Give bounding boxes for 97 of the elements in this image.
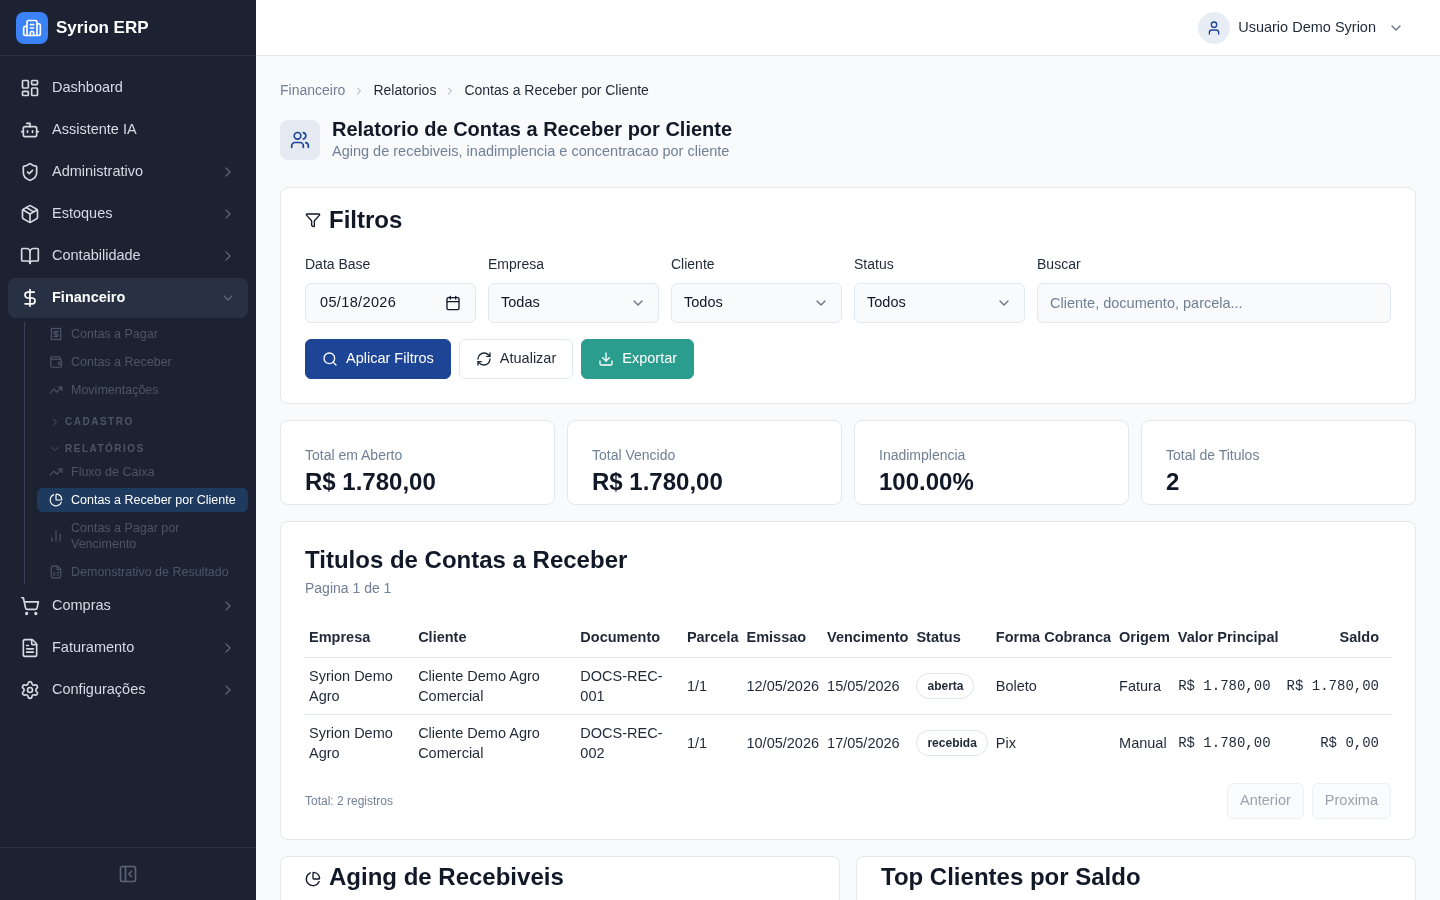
user-menu[interactable]: Usuario Demo Syrion (1198, 11, 1404, 44)
table-cell: Cliente Demo Agro Comercial (418, 667, 540, 704)
field-label: Cliente (671, 254, 716, 274)
column-header: Documento (580, 628, 661, 645)
book-icon (20, 246, 40, 266)
table-cell: Syrion Demo Agro (309, 724, 393, 761)
nav-item[interactable]: Configurações (8, 670, 248, 710)
select-field[interactable]: Todos (671, 282, 842, 323)
page-subtitle: Aging de recebiveis, inadimplencia e concentracao por cliente (332, 142, 731, 161)
nav-item[interactable]: Compras (8, 586, 248, 626)
breadcrumb-item[interactable]: Relatorios (373, 80, 437, 101)
breadcrumb-item: Contas a Receber por Cliente (464, 81, 649, 100)
card-title: Aging de Recebiveis (329, 862, 564, 891)
table-cell: Pix (995, 734, 1016, 751)
nav-item[interactable]: Dashboard (8, 68, 248, 108)
table-cell: 10/05/2026 (746, 734, 820, 751)
collapse-sidebar-icon[interactable] (118, 864, 138, 884)
select-field[interactable]: Todas (488, 282, 659, 323)
nav-item[interactable]: Financeiro (8, 278, 248, 318)
card-title: Titulos de Contas a Receber (305, 544, 629, 575)
field-label: Data Base (305, 254, 372, 274)
table-cell: R$ 1.780,00 (1286, 678, 1379, 694)
pie-chart-icon (49, 493, 63, 507)
table-cell: DOCS-REC-002 (580, 724, 663, 761)
column-header: Parcela (686, 628, 739, 645)
nav-item[interactable]: Contabilidade (8, 236, 248, 276)
logo-icon (16, 11, 48, 44)
users-icon (280, 119, 320, 160)
action-button[interactable]: Atualizar (458, 338, 574, 379)
document-icon (20, 638, 40, 658)
avatar-icon (1198, 11, 1231, 44)
submenu-item[interactable]: Contas a Receber por Cliente (37, 488, 248, 512)
table-cell: Manual (1119, 734, 1167, 751)
column-header: Origem (1119, 628, 1170, 645)
table-cell: 1/1 (686, 677, 708, 694)
table-cell: Fatura (1119, 677, 1161, 694)
wallet-icon (49, 355, 63, 369)
table-cell: 12/05/2026 (746, 677, 820, 694)
spreadsheet-icon (49, 565, 63, 579)
table-cell: 15/05/2026 (827, 677, 900, 694)
action-button[interactable]: Aplicar Filtros (305, 338, 451, 379)
refresh-icon (475, 350, 492, 367)
column-header: Valor Principal (1177, 628, 1279, 645)
field-label: Status (854, 254, 895, 274)
bar-chart-icon (49, 529, 63, 543)
page-title: Relatorio de Contas a Receber por Cliente (332, 117, 733, 141)
select-field[interactable]: Todos (854, 282, 1025, 323)
search-icon (322, 350, 338, 367)
download-icon (598, 350, 615, 367)
shield-check-icon (20, 162, 40, 182)
stat-label: Total Vencido (592, 445, 677, 465)
card-title: Top Clientes por Saldo (881, 862, 1141, 891)
table-cell: R$ 0,00 (1320, 735, 1379, 751)
stat-value: 2 (1166, 466, 1181, 497)
field-label: Empresa (488, 254, 546, 274)
breadcrumb-item[interactable]: Financeiro (280, 80, 346, 101)
table-cell: Boleto (995, 677, 1037, 694)
column-header: Status (916, 628, 961, 645)
column-header: Emissao (746, 628, 807, 645)
total-count: Total: 2 registros (305, 792, 394, 810)
table-cell: DOCS-REC-001 (580, 667, 663, 704)
date-field[interactable]: 05/18/2026 (305, 282, 476, 323)
nav-item[interactable]: Faturamento (8, 628, 248, 668)
column-header: Cliente (418, 628, 467, 645)
field-label: Buscar (1037, 254, 1082, 274)
app-name: Syrion ERP (56, 16, 149, 39)
table-cell: Syrion Demo Agro (309, 667, 393, 704)
pie-chart-icon (305, 870, 321, 887)
table-cell: 17/05/2026 (827, 734, 900, 751)
settings-icon (20, 680, 40, 700)
stat-label: Total de Titulos (1166, 445, 1261, 465)
stat-label: Total em Aberto (305, 445, 404, 465)
dashboard-icon (20, 78, 40, 98)
nav-item[interactable]: Assistente IA (8, 110, 248, 150)
stat-label: Inadimplencia (879, 445, 967, 465)
column-header: Empresa (309, 628, 371, 645)
table-cell: 1/1 (686, 734, 708, 751)
cart-icon (20, 596, 40, 616)
nav-item[interactable]: Administrativo (8, 152, 248, 192)
box-icon (20, 204, 40, 224)
column-header: Vencimento (827, 628, 909, 645)
nav-item[interactable]: Estoques (8, 194, 248, 234)
card-title: Filtros (329, 204, 403, 235)
table-cell: Cliente Demo Agro Comercial (418, 724, 540, 761)
search-field[interactable]: Cliente, documento, parcela... (1037, 282, 1391, 323)
column-header: Saldo (1339, 628, 1379, 645)
stat-value: R$ 1.780,00 (305, 466, 437, 497)
calendar-icon (445, 294, 461, 311)
table-cell: R$ 1.780,00 (1178, 678, 1271, 694)
stat-value: R$ 1.780,00 (592, 466, 724, 497)
receipt-icon (49, 327, 63, 341)
column-header: Forma Cobranca (995, 628, 1112, 645)
table-cell: R$ 1.780,00 (1178, 735, 1271, 751)
card-subtitle: Pagina 1 de 1 (305, 578, 393, 598)
robot-icon (20, 120, 40, 140)
stat-value: 100.00% (879, 466, 975, 497)
filter-icon (305, 211, 321, 228)
